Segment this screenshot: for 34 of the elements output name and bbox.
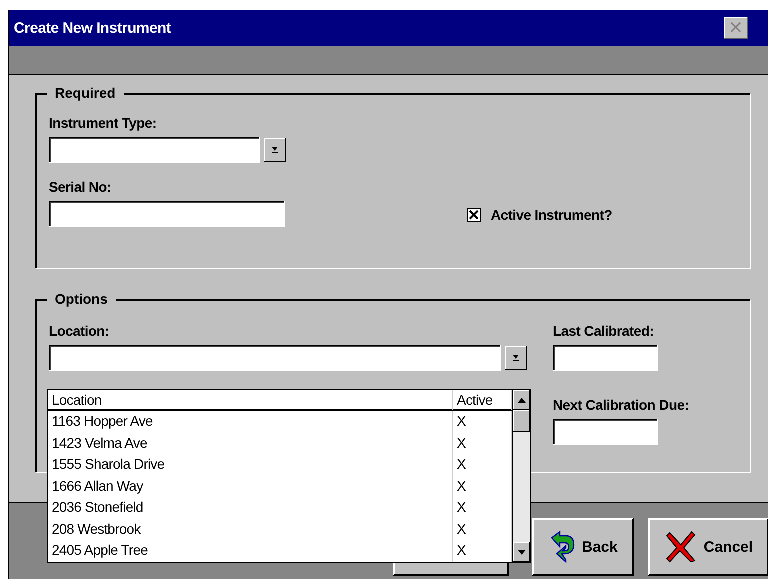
dropdown-arrow-icon xyxy=(512,353,520,363)
field-label: Next Calibration Due: xyxy=(553,397,690,413)
scroll-thumb[interactable] xyxy=(513,410,530,432)
back-button[interactable]: Back xyxy=(532,518,634,576)
location-cell: 1555 Sharola Drive xyxy=(48,454,453,476)
location-cell: 2036 Stonefield xyxy=(48,497,453,518)
field-label: Serial No: xyxy=(49,179,112,195)
scroll-down-icon[interactable] xyxy=(518,550,526,554)
next-calibration-field[interactable] xyxy=(553,419,658,445)
location-cell: 1423 Velma Ave xyxy=(48,432,453,454)
checkbox[interactable] xyxy=(467,208,481,222)
location-cell: 208 Westbrook xyxy=(48,518,453,540)
last-calibrated-field[interactable] xyxy=(553,345,658,371)
field-label: Last Calibrated: xyxy=(553,323,655,339)
location-field[interactable] xyxy=(49,345,501,371)
scrollbar[interactable] xyxy=(512,390,530,562)
scroll-up-icon[interactable] xyxy=(518,398,526,402)
cancel-button[interactable]: Cancel xyxy=(648,518,768,576)
location-cell: 1163 Hopper Ave xyxy=(48,411,453,432)
group-legend: Options xyxy=(47,291,116,307)
dropdown-button[interactable] xyxy=(505,346,527,370)
location-cell: 2405 Apple Tree xyxy=(48,540,453,562)
field-label: Instrument Type: xyxy=(49,115,158,131)
serial-no-field[interactable] xyxy=(49,201,285,227)
cross-icon xyxy=(664,530,698,564)
dropdown-button[interactable] xyxy=(264,138,286,162)
dropdown-arrow-icon xyxy=(271,145,279,155)
window-title: Create New Instrument xyxy=(14,20,172,36)
group-legend: Required xyxy=(47,85,124,101)
instrument-type-field[interactable] xyxy=(49,137,260,163)
field-label: Location: xyxy=(49,323,110,339)
checkbox-label: Active Instrument? xyxy=(491,207,612,223)
column-header: Location xyxy=(48,390,453,410)
location-cell: 1666 Allan Way xyxy=(48,476,453,497)
